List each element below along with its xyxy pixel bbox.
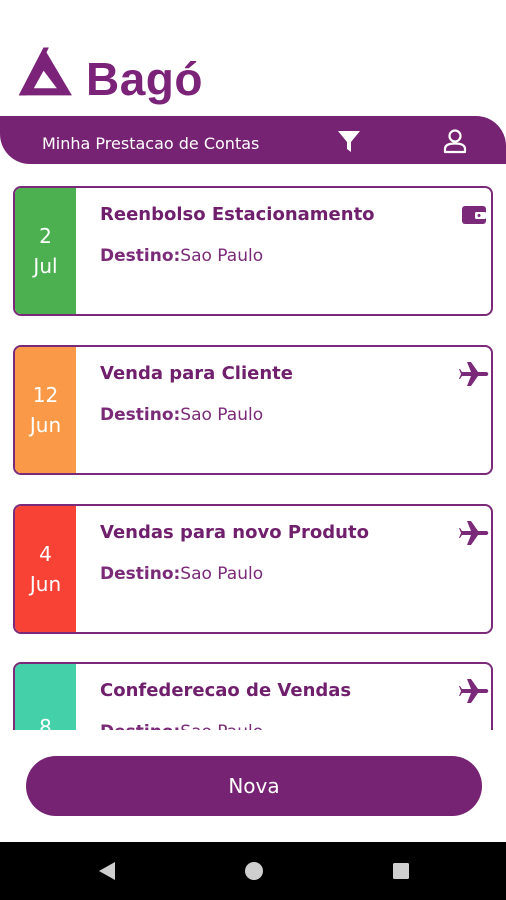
date-day: 8 <box>39 715 52 730</box>
airplane-icon <box>459 521 489 545</box>
bago-logo <box>18 47 72 96</box>
home-icon[interactable] <box>242 859 266 883</box>
filter-icon[interactable] <box>335 127 363 155</box>
brand-name: Bagó <box>86 53 203 105</box>
back-icon[interactable] <box>95 859 119 883</box>
expense-destination: Destino:Sao Paulo <box>100 564 263 584</box>
date-month: Jul <box>33 254 58 278</box>
page-title: Minha Prestacao de Contas <box>42 134 260 153</box>
date-month: Jun <box>29 413 62 437</box>
destination-label: Destino: <box>100 405 181 425</box>
system-nav-bar <box>0 842 506 900</box>
expense-title: Reenbolso Estacionamento <box>100 204 375 225</box>
expense-destination: Destino:Sao Paulo <box>100 722 263 730</box>
date-month: Jun <box>29 572 62 596</box>
wallet-icon <box>462 206 486 224</box>
expense-title: Vendas para novo Produto <box>100 522 369 543</box>
expense-card[interactable]: 8 Confederecao de Vendas Destino:Sao Pau… <box>13 662 493 730</box>
destination-label: Destino: <box>100 722 180 730</box>
expense-card[interactable]: 12 Jun Venda para Cliente Destino:Sao Pa… <box>13 345 493 475</box>
date-day: 2 <box>39 224 52 248</box>
date-day: 4 <box>39 542 52 566</box>
destination-value: Sao Paulo <box>180 564 264 584</box>
destination-value: Sao Paulo <box>180 405 264 425</box>
destination-label: Destino: <box>100 564 181 584</box>
expense-title: Confederecao de Vendas <box>100 680 352 701</box>
date-day: 12 <box>32 383 59 407</box>
expense-destination: Destino:Sao Paulo <box>100 405 263 425</box>
airplane-icon <box>459 679 489 703</box>
date-badge: 2 Jul <box>15 188 76 314</box>
expense-title: Venda para Cliente <box>100 363 293 384</box>
user-icon[interactable] <box>441 127 469 155</box>
expense-card[interactable]: 2 Jul Reenbolso Estacionamento Destino:S… <box>13 186 493 316</box>
destination-value: Sao Paulo <box>180 722 263 730</box>
airplane-icon <box>459 362 489 386</box>
new-expense-button[interactable]: Nova <box>26 756 482 816</box>
expense-destination: Destino:Sao Paulo <box>100 246 263 266</box>
expense-list[interactable]: 2 Jul Reenbolso Estacionamento Destino:S… <box>0 168 506 730</box>
date-badge: 8 <box>15 664 76 730</box>
expense-card[interactable]: 4 Jun Vendas para novo Produto Destino:S… <box>13 504 493 634</box>
date-badge: 4 Jun <box>15 506 76 632</box>
destination-value: Sao Paulo <box>180 246 264 266</box>
recents-icon[interactable] <box>389 859 413 883</box>
date-badge: 12 Jun <box>15 347 76 473</box>
destination-label: Destino: <box>100 246 181 266</box>
